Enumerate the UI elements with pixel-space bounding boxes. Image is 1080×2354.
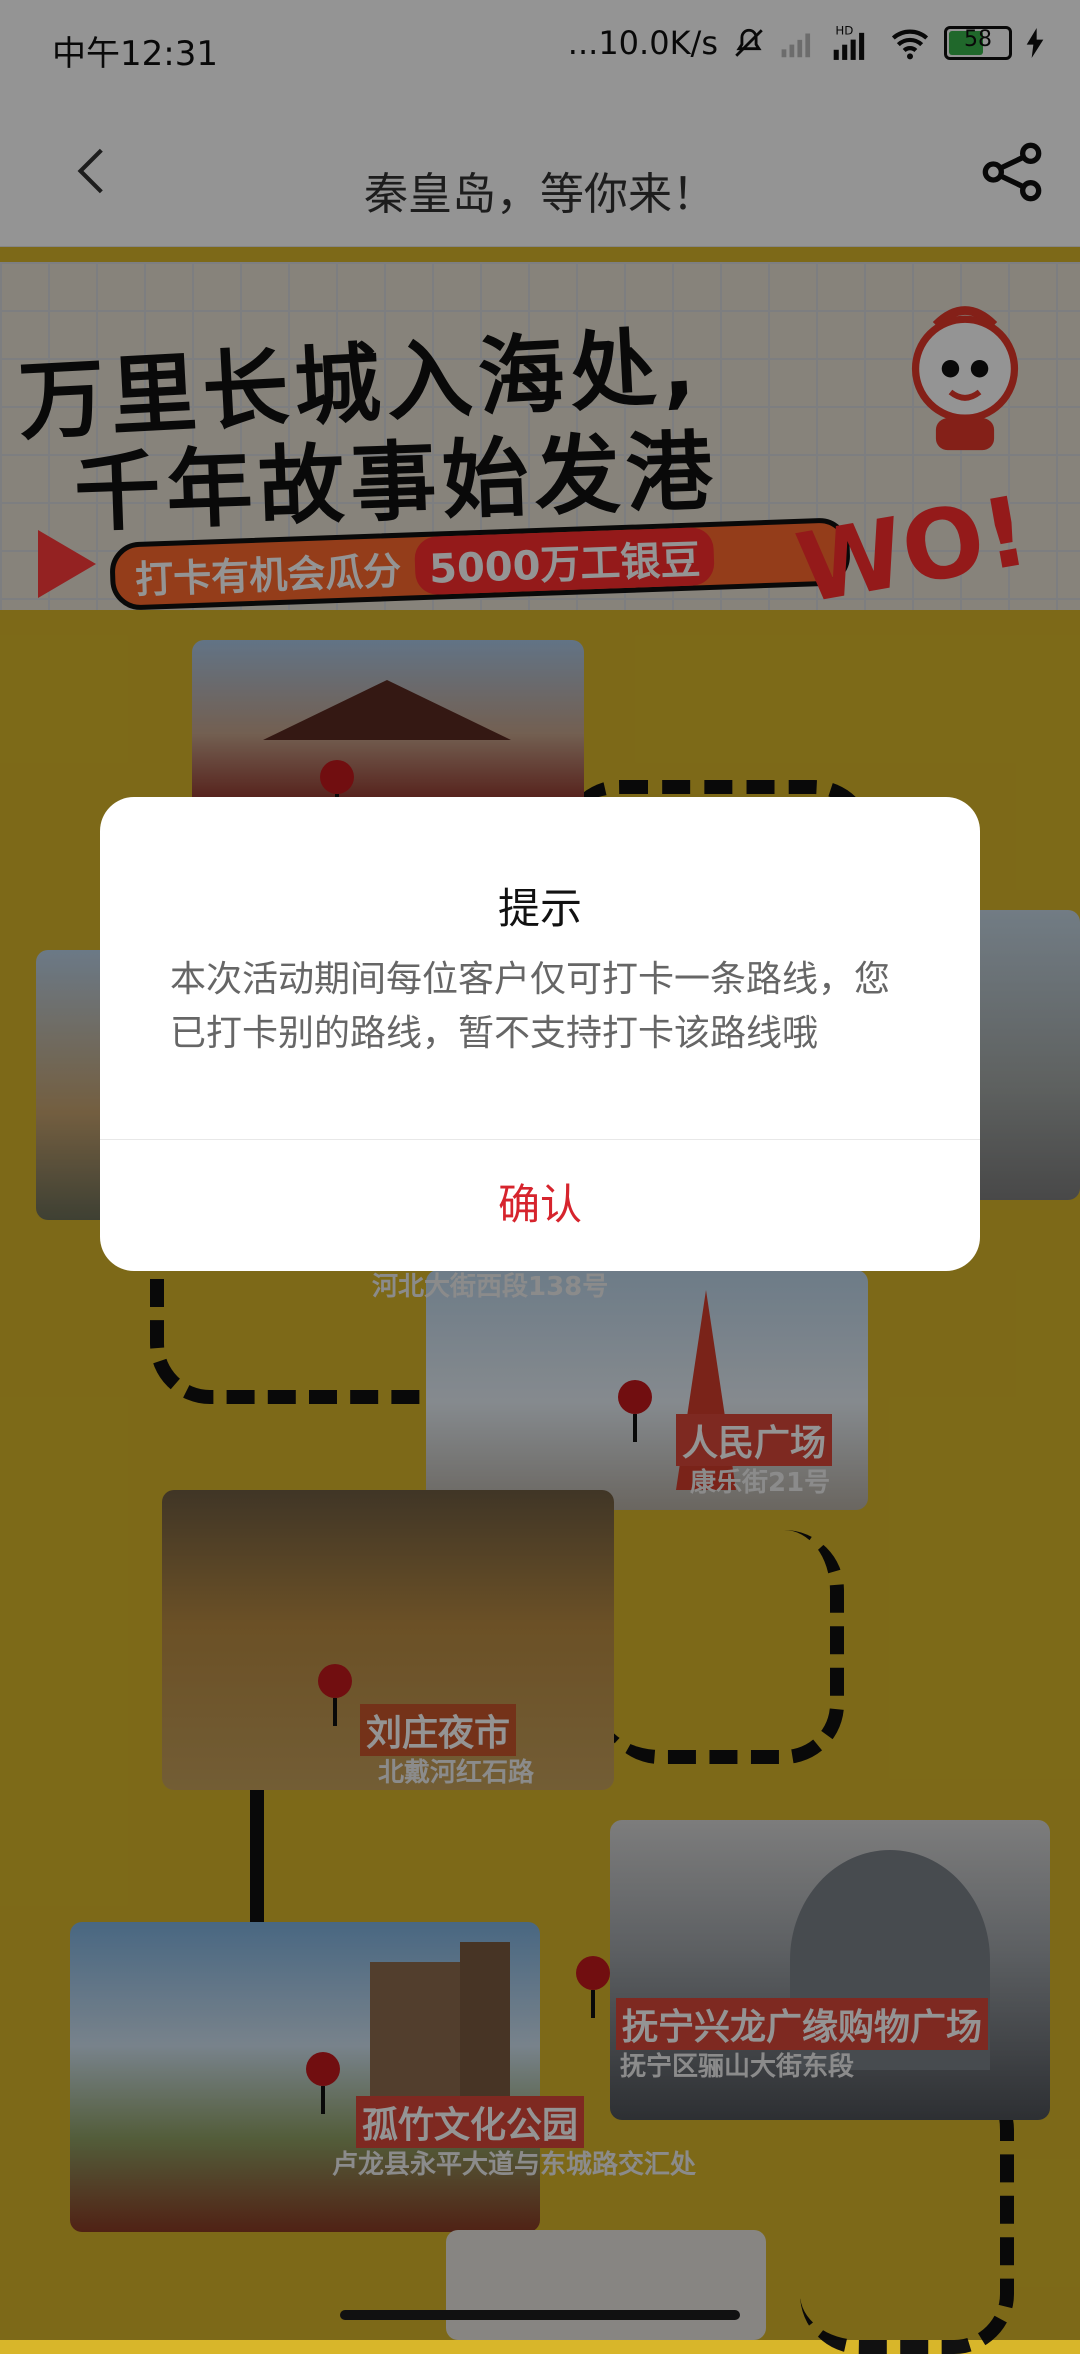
alert-dialog: 提示 本次活动期间每位客户仅可打卡一条路线，您已打卡别的路线，暂不支持打卡该路线…	[100, 797, 980, 1271]
dialog-message: 本次活动期间每位客户仅可打卡一条路线，您已打卡别的路线，暂不支持打卡该路线哦	[170, 959, 891, 1054]
home-indicator[interactable]	[340, 2310, 740, 2320]
confirm-button[interactable]: 确认	[100, 1139, 980, 1271]
dialog-title: 提示	[497, 884, 582, 933]
